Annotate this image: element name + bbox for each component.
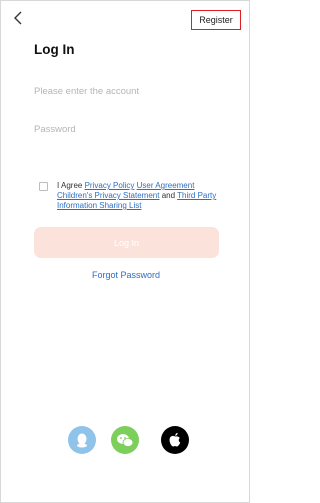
qq-login-button[interactable]	[68, 426, 96, 454]
childrens-privacy-link[interactable]: Children's Privacy Statement	[57, 191, 159, 200]
wechat-login-button[interactable]	[111, 426, 139, 454]
agree-checkbox[interactable]	[39, 182, 48, 191]
page-title: Log In	[34, 42, 75, 57]
register-button[interactable]: Register	[191, 10, 241, 30]
wechat-icon	[117, 433, 134, 447]
agreement-text: I Agree Privacy Policy User Agreement Ch…	[57, 181, 219, 211]
privacy-policy-link[interactable]: Privacy Policy	[85, 181, 135, 190]
apple-icon	[169, 432, 181, 447]
back-button[interactable]	[10, 10, 26, 26]
user-agreement-link[interactable]: User Agreement	[137, 181, 195, 190]
forgot-password-link[interactable]: Forgot Password	[1, 270, 249, 280]
password-input[interactable]	[34, 117, 218, 141]
agree-and: and	[161, 191, 176, 200]
chevron-left-icon	[14, 11, 22, 25]
agreement-row: I Agree Privacy Policy User Agreement Ch…	[39, 181, 219, 211]
login-screen: Register Log In I Agree Privacy Policy U…	[0, 0, 250, 503]
account-input[interactable]	[34, 79, 218, 103]
qq-icon	[77, 433, 87, 448]
agree-prefix: I Agree	[57, 181, 83, 190]
login-button[interactable]: Log In	[34, 227, 219, 258]
apple-login-button[interactable]	[161, 426, 189, 454]
